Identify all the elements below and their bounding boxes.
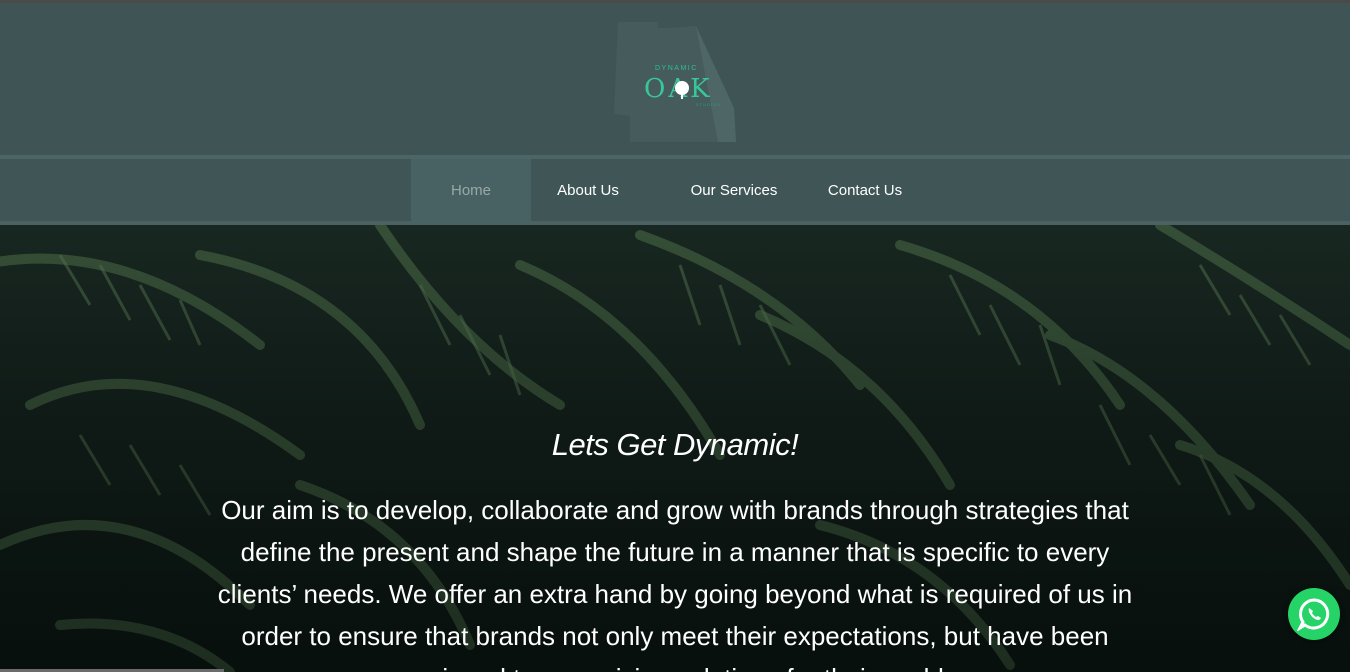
logo-tagline-bottom: STUDIOS (696, 102, 721, 107)
hero-description: Our aim is to develop, collaborate and g… (217, 495, 1133, 672)
nav-item-home[interactable]: Home (411, 159, 531, 221)
site-header: DYNAMIC OAK STUDIOS (0, 3, 1350, 155)
oak-tree-logo-icon (675, 81, 689, 99)
nav-item-contact-us[interactable]: Contact Us (811, 159, 919, 221)
site-logo[interactable]: DYNAMIC OAK STUDIOS (610, 18, 740, 144)
nav-item-about-us[interactable]: About Us (531, 159, 645, 221)
hero-section: Lets Get Dynamic! Our aim is to develop,… (0, 225, 1350, 672)
whatsapp-chat-button[interactable] (1288, 588, 1340, 640)
whatsapp-icon (1297, 598, 1330, 631)
logo-tagline-top: DYNAMIC (655, 65, 698, 72)
nav-item-our-services[interactable]: Our Services (675, 159, 793, 221)
hero-title: Lets Get Dynamic! (551, 427, 799, 462)
